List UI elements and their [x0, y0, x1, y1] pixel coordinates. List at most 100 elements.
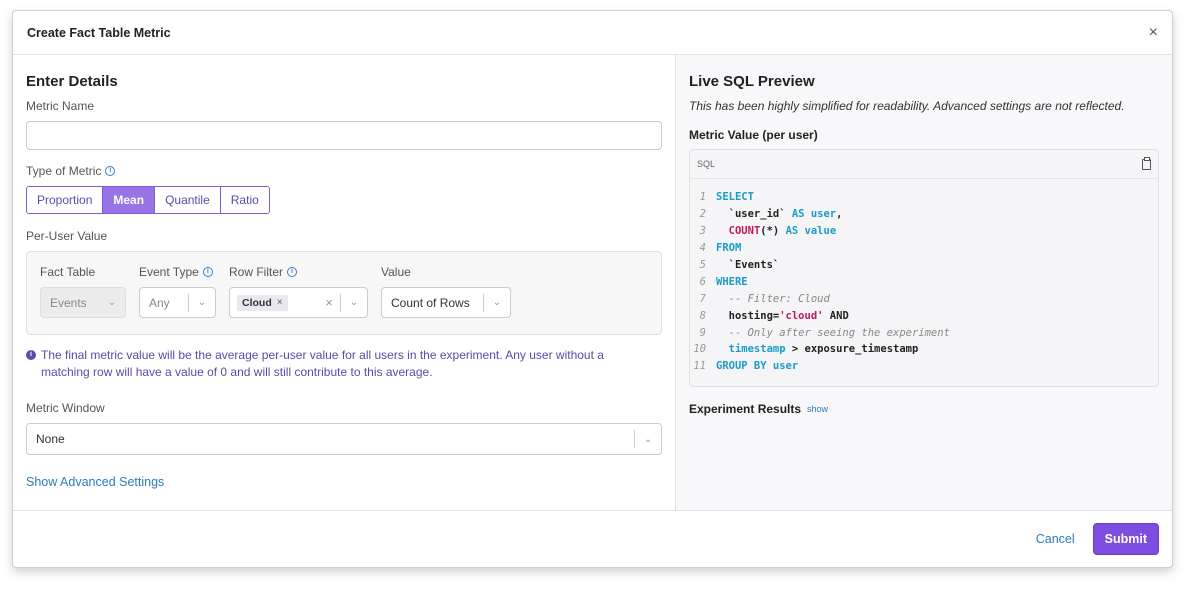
- code-token: timestamp: [716, 343, 786, 356]
- chevron-down-icon: ⌄: [107, 297, 117, 308]
- mean-explanation-note: i The final metric value will be the ave…: [26, 347, 662, 381]
- fact-table-column: Fact Table Events ⌄: [40, 265, 126, 321]
- code-line: 10 timestamp > exposure_timestamp: [690, 341, 1158, 358]
- code-line: 9 -- Only after seeing the experiment: [690, 324, 1158, 341]
- experiment-results-label: Experiment Results: [689, 402, 802, 416]
- show-results-link[interactable]: show: [807, 404, 828, 414]
- code-line: 5 `Events`: [690, 257, 1158, 274]
- line-number: 11: [693, 360, 706, 373]
- info-icon: i: [26, 350, 36, 360]
- modal-title: Create Fact Table Metric: [27, 25, 171, 40]
- event-type-column: Event Type i Any ⌄: [139, 265, 216, 321]
- chevron-down-icon[interactable]: ⌄: [635, 434, 661, 445]
- row-filter-label: Row Filter i: [229, 265, 368, 279]
- metric-window-value: None: [36, 432, 65, 446]
- code-header: SQL: [690, 150, 1158, 179]
- filter-chip: Cloud ×: [237, 294, 288, 311]
- sql-code: 1 SELECT 2 `user_id` AS user, 3 COUNT (*) AS…: [690, 179, 1158, 375]
- code-line: 11 GROUP BY user: [690, 358, 1158, 375]
- code-language: SQL: [697, 159, 716, 169]
- type-mean-button[interactable]: Mean: [103, 187, 156, 213]
- details-heading: Enter Details: [26, 73, 118, 90]
- value-label: Value: [381, 265, 411, 279]
- code-token: FROM: [716, 242, 742, 255]
- line-number: 1: [699, 191, 706, 204]
- chevron-down-icon[interactable]: ⌄: [484, 297, 510, 308]
- fact-table-label: Fact Table: [40, 265, 96, 279]
- info-icon[interactable]: i: [287, 267, 298, 277]
- info-icon[interactable]: i: [105, 166, 116, 176]
- type-ratio-button[interactable]: Ratio: [220, 187, 269, 213]
- modal-header: Create Fact Table Metric ×: [13, 11, 1172, 55]
- event-type-text: Event Type: [139, 265, 199, 279]
- line-number: 8: [699, 309, 706, 322]
- type-quantile-button[interactable]: Quantile: [155, 187, 221, 213]
- info-icon[interactable]: i: [202, 267, 213, 277]
- metric-window-select[interactable]: None ⌄: [26, 423, 662, 455]
- line-number: 7: [699, 292, 706, 305]
- experiment-results-row: Experiment Results show: [689, 402, 1159, 416]
- create-metric-modal: Create Fact Table Metric × Enter Details…: [12, 10, 1173, 568]
- type-of-metric-text: Type of Metric: [26, 164, 102, 178]
- code-line: 8 hosting='cloud' AND: [690, 307, 1158, 324]
- code-line: 3 COUNT (*) AS value: [690, 223, 1158, 240]
- metric-name-label: Metric Name: [26, 99, 95, 113]
- type-of-metric-label: Type of Metric i: [26, 164, 662, 178]
- fact-table-value: Events: [50, 295, 87, 310]
- code-line: 4 FROM: [690, 240, 1158, 257]
- code-line: 7 -- Filter: Cloud: [690, 290, 1158, 307]
- event-type-value: Any: [149, 295, 170, 310]
- code-token: WHERE: [716, 275, 748, 288]
- per-user-value-label: Per-User Value: [26, 229, 108, 243]
- line-number: 6: [699, 275, 706, 288]
- show-advanced-settings-link[interactable]: Show Advanced Settings: [26, 475, 662, 489]
- row-filter-select[interactable]: Cloud × × ⌄: [229, 287, 368, 318]
- type-proportion-button[interactable]: Proportion: [27, 187, 104, 213]
- chevron-down-icon[interactable]: ⌄: [189, 297, 215, 308]
- line-number: 3: [699, 225, 706, 238]
- modal-footer: Cancel Submit: [13, 510, 1172, 567]
- sql-code-block: SQL 1 SELECT 2 `user_id` AS user, 3 COUNT (*…: [689, 149, 1159, 387]
- chevron-down-icon[interactable]: ⌄: [341, 297, 367, 308]
- clear-icon[interactable]: ×: [318, 295, 340, 310]
- code-token: > exposure_timestamp: [785, 343, 919, 356]
- code-token: COUNT: [728, 225, 761, 238]
- value-column: Value Count of Rows ⌄: [381, 265, 511, 321]
- row-filter-column: Row Filter i Cloud × × ⌄: [229, 265, 368, 321]
- value-selected: Count of Rows: [391, 295, 470, 310]
- code-line: 1 SELECT: [690, 189, 1158, 206]
- filter-chip-label: Cloud: [242, 296, 272, 309]
- fact-table-select: Events ⌄: [40, 287, 126, 318]
- code-token: 'cloud': [779, 309, 824, 322]
- note-text: The final metric value will be the avera…: [41, 348, 604, 379]
- code-token: GROUP BY user: [716, 360, 799, 373]
- submit-button[interactable]: Submit: [1092, 523, 1159, 555]
- code-token: `user_id`: [716, 208, 792, 221]
- sql-preview-subtitle: This has been highly simplified for read…: [689, 99, 1125, 113]
- details-panel: Enter Details Metric Name Type of Metric…: [13, 55, 676, 511]
- value-select[interactable]: Count of Rows ⌄: [381, 287, 511, 318]
- metric-name-input[interactable]: [26, 121, 662, 150]
- row-filter-text: Row Filter: [229, 265, 284, 279]
- copy-icon[interactable]: [1142, 156, 1151, 170]
- code-token: AND: [823, 309, 849, 322]
- line-number: 2: [699, 208, 706, 221]
- close-icon[interactable]: ×: [1149, 24, 1158, 41]
- event-type-select[interactable]: Any ⌄: [139, 287, 216, 318]
- remove-chip-icon[interactable]: ×: [277, 297, 283, 308]
- modal-body: Enter Details Metric Name Type of Metric…: [13, 55, 1172, 511]
- code-token: -- Filter: Cloud: [716, 292, 830, 305]
- line-number: 5: [699, 259, 706, 271]
- code-token: -- Only after seeing the experiment: [716, 326, 950, 339]
- cancel-button[interactable]: Cancel: [1036, 532, 1075, 546]
- metric-type-selector: Proportion Mean Quantile Ratio: [26, 186, 270, 214]
- code-line: 2 `user_id` AS user,: [690, 206, 1158, 223]
- sql-preview-panel: Live SQL Preview This has been highly si…: [676, 55, 1172, 511]
- code-token: `Events`: [716, 259, 780, 271]
- per-user-value-box: Fact Table Events ⌄ Event Type i Any ⌄ R…: [26, 251, 662, 335]
- code-token: (*): [760, 225, 786, 238]
- event-type-label: Event Type i: [139, 265, 216, 279]
- code-token: SELECT: [716, 191, 754, 204]
- code-token: AS user: [791, 208, 837, 221]
